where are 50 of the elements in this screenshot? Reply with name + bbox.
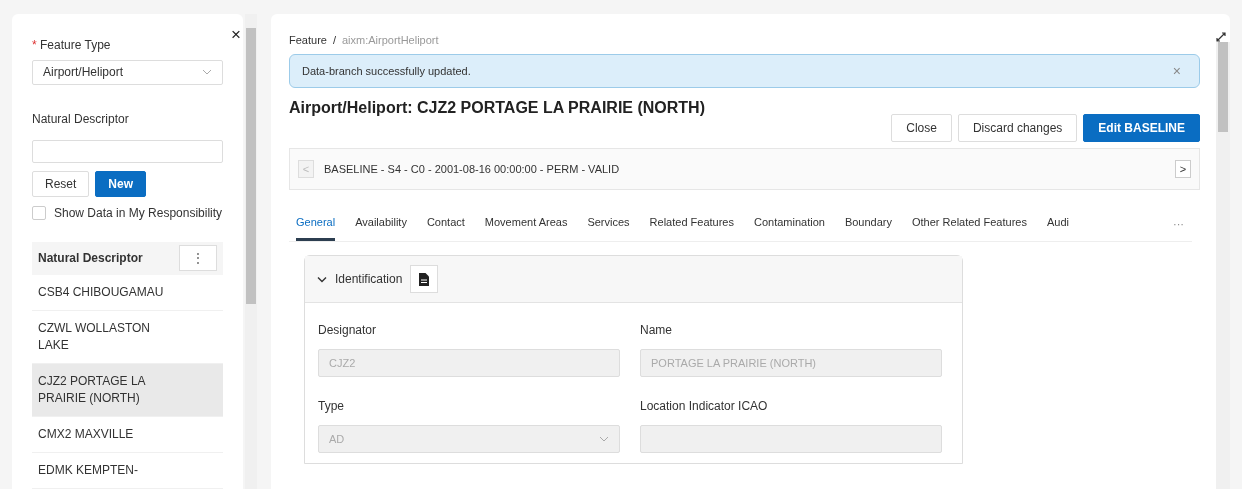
page-title: Airport/Heliport: CJZ2 PORTAGE LA PRAIRIE (NORTH) — [289, 99, 706, 117]
action-button[interactable]: Discard changes — [957, 114, 1078, 142]
field-label: Designator — [318, 323, 378, 337]
tab[interactable]: Contact — [426, 216, 465, 241]
close-button[interactable]: × — [229, 26, 243, 43]
column-menu-button[interactable]: ⋮ — [179, 245, 217, 272]
sidebar-button[interactable]: New — [95, 170, 147, 197]
field-label: Type — [318, 399, 345, 413]
chevron-down-icon[interactable] — [317, 275, 327, 283]
section-title: Identification — [335, 272, 403, 286]
expand-icon[interactable] — [1216, 32, 1226, 42]
tab[interactable]: Related Features — [649, 216, 734, 241]
scrollbar[interactable] — [1216, 42, 1230, 489]
scrollbar[interactable] — [245, 14, 257, 489]
tab[interactable]: Boundary — [844, 216, 892, 241]
descriptor-input[interactable] — [32, 139, 223, 163]
feature-type-label: Feature Type — [40, 38, 111, 52]
checkbox[interactable] — [32, 205, 46, 220]
list-row[interactable]: CJZ2 PORTAGE LA PRAIRIE (NORTH) — [32, 364, 223, 417]
field-label: Natural Descriptor — [32, 111, 130, 126]
tab[interactable]: General — [296, 216, 336, 241]
alert-message: Data-branch successfully updated. — [302, 65, 471, 77]
sidebar-button[interactable]: Reset — [32, 170, 90, 197]
list-row[interactable]: EDMK KEMPTEN- — [32, 453, 223, 489]
list-row[interactable]: CSB4 CHIBOUGAMAU — [32, 275, 223, 311]
feature-type-select[interactable]: Airport/Heliport — [32, 60, 223, 85]
breadcrumb-item: aixm:AirportHeliport — [342, 34, 439, 46]
document-icon — [419, 272, 430, 286]
tab[interactable]: Audi — [1046, 216, 1069, 241]
field-label: Location Indicator ICAO — [640, 399, 769, 413]
required-mark: * — [32, 38, 37, 52]
tab[interactable]: Movement Areas — [484, 216, 568, 241]
action-button[interactable]: Close — [891, 114, 952, 142]
chevron-down-icon — [599, 436, 609, 442]
more-tabs-button[interactable]: ··· — [1165, 217, 1192, 240]
tab[interactable]: Services — [587, 216, 630, 241]
column-header: Natural Descriptor — [38, 251, 143, 266]
document-button[interactable] — [410, 265, 439, 293]
version-label: BASELINE - S4 - C0 - 2001-08-16 00:00:00 - PERM - VALID — [324, 163, 620, 175]
tab[interactable]: Contamination — [753, 216, 825, 241]
tab[interactable]: Other Related Features — [912, 216, 1027, 241]
chevron-down-icon — [202, 69, 212, 76]
list-row[interactable]: CMX2 MAXVILLE — [32, 417, 223, 453]
action-button[interactable]: Edit BASELINE — [1083, 114, 1200, 142]
tab[interactable]: Availability — [355, 216, 407, 241]
next-button[interactable]: > — [1175, 160, 1191, 178]
field-label: Name — [640, 323, 673, 337]
breadcrumb-item[interactable]: Feature — [289, 34, 327, 46]
checkbox-label: Show Data in My Responsibility — [54, 205, 223, 220]
breadcrumb-separator: / — [332, 34, 336, 46]
